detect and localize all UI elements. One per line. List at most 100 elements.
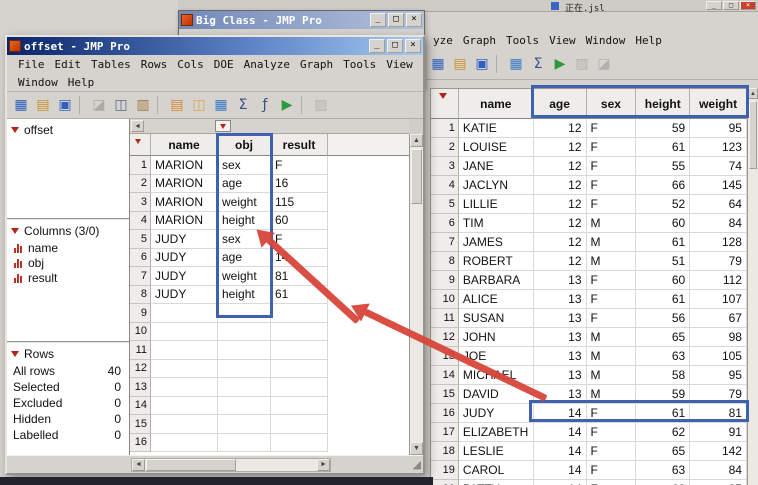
row-number[interactable]: 8 xyxy=(431,252,459,271)
copy-icon[interactable]: ◫ xyxy=(111,95,131,115)
scroll-left-button[interactable]: ◄ xyxy=(131,120,144,132)
columns-panel-header[interactable]: Columns (3/0) xyxy=(7,220,129,240)
cell-obj[interactable] xyxy=(218,433,271,452)
cell-height[interactable]: 61 xyxy=(636,233,691,252)
row-number[interactable]: 2 xyxy=(130,174,151,193)
run-script-icon[interactable]: ▶ xyxy=(277,95,297,115)
cell-age[interactable]: 13 xyxy=(533,366,587,385)
cell-weight[interactable]: 91 xyxy=(690,423,747,442)
rows-panel-header[interactable]: Rows xyxy=(7,343,129,363)
cell-name[interactable]: BARBARA xyxy=(458,271,534,290)
cell-result[interactable]: 16 xyxy=(271,174,328,193)
summary-icon[interactable]: Σ xyxy=(233,95,253,115)
cell-height[interactable]: 63 xyxy=(636,461,691,480)
cell-name[interactable] xyxy=(151,433,218,452)
maximize-button[interactable]: □ xyxy=(388,13,404,27)
cell-result[interactable] xyxy=(271,304,328,323)
cell-age[interactable]: 12 xyxy=(533,119,587,138)
row-number[interactable]: 6 xyxy=(130,248,151,267)
menu-tables[interactable]: Tables xyxy=(86,58,136,71)
row-number[interactable]: 11 xyxy=(130,341,151,360)
menu-view[interactable]: View xyxy=(381,58,418,71)
row-number[interactable]: 3 xyxy=(431,157,459,176)
new-data-table-icon[interactable]: ▦ xyxy=(428,54,448,74)
cell-sex[interactable]: F xyxy=(586,442,637,461)
cell-age[interactable]: 14 xyxy=(533,423,587,442)
cell-obj[interactable]: age xyxy=(218,174,271,193)
column-item-result[interactable]: result xyxy=(7,270,129,285)
row-number[interactable]: 15 xyxy=(130,415,151,434)
cell-sex[interactable]: M xyxy=(586,252,637,271)
row-number[interactable]: 6 xyxy=(431,214,459,233)
row-number[interactable]: 2 xyxy=(431,138,459,157)
cell-sex[interactable]: M xyxy=(586,347,637,366)
minimize-button[interactable]: _ xyxy=(369,39,385,53)
row-number[interactable]: 9 xyxy=(431,271,459,290)
column-item-name[interactable]: name xyxy=(7,240,129,255)
journal-icon[interactable]: ▤ xyxy=(167,95,187,115)
cell-name[interactable] xyxy=(151,359,218,378)
cell-age[interactable]: 12 xyxy=(533,157,587,176)
cell-name[interactable]: JUDY xyxy=(151,248,218,267)
row-number[interactable]: 16 xyxy=(431,404,459,423)
maximize-button[interactable]: □ xyxy=(387,39,403,53)
column-header-sex[interactable]: sex xyxy=(586,89,637,119)
row-number[interactable]: 4 xyxy=(130,211,151,230)
row-number[interactable]: 7 xyxy=(130,267,151,286)
cell-age[interactable]: 12 xyxy=(533,176,587,195)
scrollbar-thumb[interactable] xyxy=(146,458,236,471)
new-data-table-icon[interactable]: ▦ xyxy=(11,95,31,115)
table-corner-menu[interactable] xyxy=(130,134,151,156)
cell-name[interactable]: LOUISE xyxy=(458,138,534,157)
row-number[interactable]: 15 xyxy=(431,385,459,404)
row-number[interactable]: 5 xyxy=(130,230,151,249)
columns-red-triangle-button[interactable] xyxy=(215,120,231,132)
row-number[interactable]: 3 xyxy=(130,193,151,212)
menu-view[interactable]: View xyxy=(544,34,581,47)
cell-name[interactable] xyxy=(151,322,218,341)
cell-result[interactable] xyxy=(271,415,328,434)
cell-obj[interactable]: sex xyxy=(218,230,271,249)
cell-result[interactable] xyxy=(271,378,328,397)
cell-age[interactable]: 14 xyxy=(533,480,587,485)
row-number[interactable]: 10 xyxy=(130,322,151,341)
menu-yze[interactable]: yze xyxy=(428,34,458,47)
table-corner-menu[interactable] xyxy=(431,89,459,119)
cell-name[interactable] xyxy=(151,304,218,323)
cell-result[interactable]: 61 xyxy=(271,285,328,304)
cell-age[interactable]: 13 xyxy=(533,309,587,328)
cell-height[interactable]: 59 xyxy=(636,119,691,138)
column-header-name[interactable]: name xyxy=(151,134,218,156)
cell-obj[interactable] xyxy=(218,359,271,378)
cell-name[interactable]: DAVID xyxy=(458,385,534,404)
menu-help[interactable]: Help xyxy=(630,34,667,47)
menu-tools[interactable]: Tools xyxy=(501,34,544,47)
cell-height[interactable]: 65 xyxy=(636,328,691,347)
menu-tools[interactable]: Tools xyxy=(338,58,381,71)
menu-doe[interactable]: DOE xyxy=(209,58,239,71)
cell-obj[interactable] xyxy=(218,396,271,415)
cell-weight[interactable]: 112 xyxy=(690,271,747,290)
minimize-button[interactable]: _ xyxy=(706,1,722,10)
paste-icon[interactable]: ▥ xyxy=(133,95,153,115)
cell-name[interactable]: KATIE xyxy=(458,119,534,138)
cell-weight[interactable]: 142 xyxy=(690,442,747,461)
cell-height[interactable]: 59 xyxy=(636,385,691,404)
scroll-left-button[interactable]: ◄ xyxy=(132,458,145,471)
cell-sex[interactable]: F xyxy=(586,423,637,442)
cell-weight[interactable]: 64 xyxy=(690,195,747,214)
cell-age[interactable]: 13 xyxy=(533,328,587,347)
cell-sex[interactable]: F xyxy=(586,119,637,138)
column-header-height[interactable]: height xyxy=(636,89,691,119)
cell-obj[interactable] xyxy=(218,322,271,341)
vertical-scrollbar[interactable]: ▲ ▼ xyxy=(409,134,423,455)
cell-obj[interactable]: weight xyxy=(218,193,271,212)
cell-age[interactable]: 12 xyxy=(533,195,587,214)
cell-weight[interactable]: 85 xyxy=(690,480,747,485)
cell-name[interactable]: JUDY xyxy=(458,404,534,423)
column-header-weight[interactable]: weight xyxy=(690,89,747,119)
cell-weight[interactable]: 145 xyxy=(690,176,747,195)
cell-obj[interactable]: height xyxy=(218,211,271,230)
cell-sex[interactable]: F xyxy=(586,176,637,195)
maximize-button[interactable]: □ xyxy=(723,1,739,10)
